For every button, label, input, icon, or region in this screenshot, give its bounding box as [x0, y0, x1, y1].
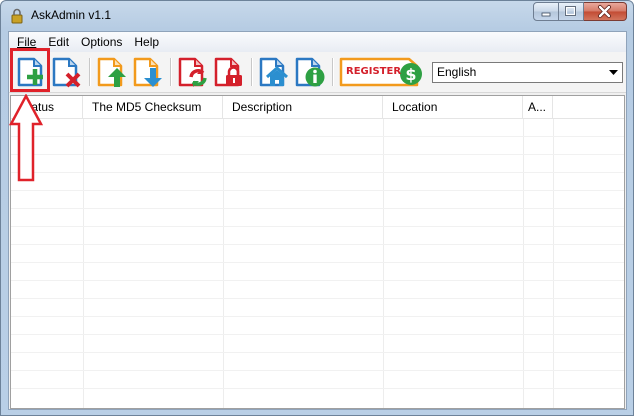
column-header-description[interactable]: Description [223, 96, 383, 119]
info-icon [295, 57, 325, 87]
menu-options[interactable]: Options [75, 32, 128, 52]
app-window: AskAdmin v1.1 File Edit Options Help $ R… [0, 0, 634, 416]
row-divider [11, 208, 624, 209]
import-button[interactable] [95, 55, 129, 89]
maximize-icon [564, 5, 577, 17]
language-select[interactable]: English [432, 62, 623, 83]
row-divider [11, 172, 624, 173]
minimize-icon [541, 12, 551, 17]
row-divider [11, 298, 624, 299]
svg-text:$: $ [405, 65, 416, 84]
client-area: File Edit Options Help $ REGISTER Englis… [8, 31, 627, 410]
column-divider [383, 119, 384, 408]
remove-button[interactable] [50, 55, 84, 89]
title-bar[interactable]: AskAdmin v1.1 [1, 1, 633, 31]
row-divider [11, 226, 624, 227]
close-button[interactable] [584, 2, 627, 21]
language-value: English [437, 65, 477, 79]
row-divider [11, 136, 624, 137]
column-header-location[interactable]: Location [383, 96, 523, 119]
row-divider [11, 262, 624, 263]
row-divider [11, 352, 624, 353]
list-header: Status The MD5 Checksum Description Loca… [11, 96, 624, 119]
maximize-button[interactable] [559, 2, 584, 21]
register-button[interactable]: $ REGISTER [339, 57, 423, 87]
caption-buttons [533, 2, 627, 21]
lock-icon [214, 57, 242, 87]
toolbar-separator [251, 58, 252, 86]
row-divider [11, 316, 624, 317]
refresh-icon [178, 57, 207, 87]
close-icon [598, 5, 611, 18]
row-divider [11, 280, 624, 281]
list-body[interactable] [11, 119, 624, 408]
unblock-button[interactable] [212, 55, 246, 89]
toolbar-separator [89, 58, 90, 86]
toolbar-separator [170, 58, 171, 86]
up-arrow-annotation-icon [9, 94, 43, 182]
window-title: AskAdmin v1.1 [31, 8, 112, 22]
column-divider [223, 119, 224, 408]
column-header-md5[interactable]: The MD5 Checksum [83, 96, 223, 119]
export-icon [133, 57, 162, 87]
row-divider [11, 190, 624, 191]
row-divider [11, 154, 624, 155]
column-divider [83, 119, 84, 408]
remove-file-icon [52, 57, 81, 88]
home-button[interactable] [257, 55, 291, 89]
column-divider [523, 119, 524, 408]
register-label: REGISTER [346, 66, 402, 77]
column-header-extra[interactable]: A... [523, 96, 553, 119]
menu-bar: File Edit Options Help [9, 32, 626, 52]
file-list[interactable]: Status The MD5 Checksum Description Loca… [10, 95, 625, 409]
column-divider [553, 119, 554, 408]
row-divider [11, 244, 624, 245]
row-divider [11, 388, 624, 389]
highlight-box-annotation [10, 48, 50, 92]
import-icon [97, 57, 126, 87]
export-button[interactable] [131, 55, 165, 89]
restart-button[interactable] [176, 55, 210, 89]
row-divider [11, 370, 624, 371]
about-button[interactable] [293, 55, 327, 89]
app-lock-icon [11, 8, 23, 24]
toolbar: $ REGISTER English [9, 52, 626, 93]
chevron-down-icon [605, 63, 622, 82]
menu-help[interactable]: Help [128, 32, 165, 52]
toolbar-separator [332, 58, 333, 86]
home-icon [259, 57, 289, 87]
minimize-button[interactable] [533, 2, 559, 21]
row-divider [11, 334, 624, 335]
